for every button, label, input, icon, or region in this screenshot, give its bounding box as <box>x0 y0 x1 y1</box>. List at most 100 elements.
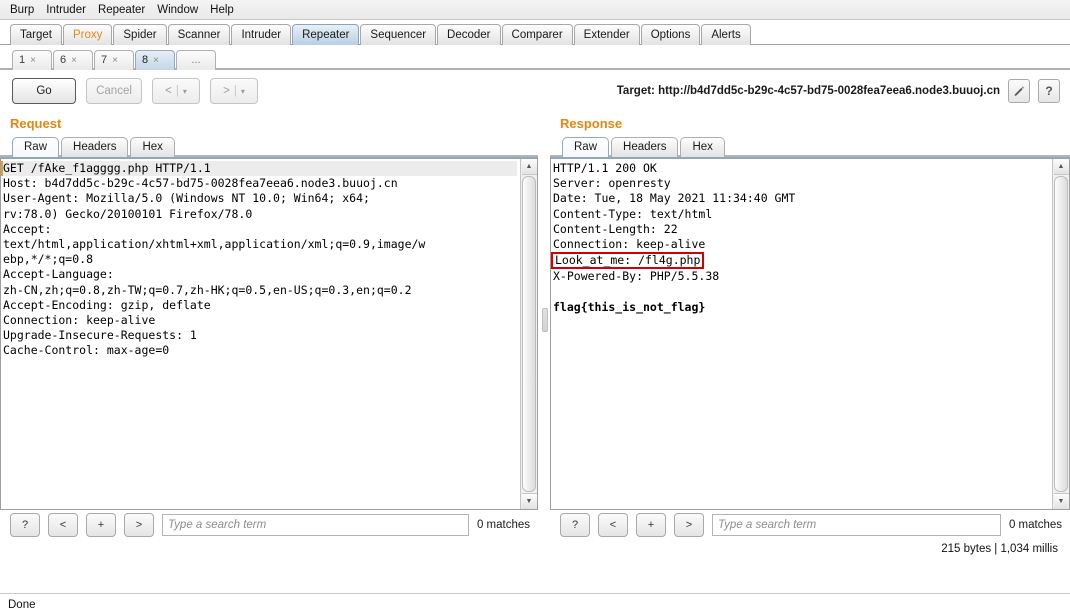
splitter-grip[interactable] <box>542 308 548 332</box>
target-help-button[interactable]: ? <box>1038 79 1060 103</box>
go-button[interactable]: Go <box>12 78 76 104</box>
response-text[interactable]: HTTP/1.1 200 OK Server: openresty Date: … <box>551 159 1052 509</box>
repeater-tab-1[interactable]: 1 × <box>12 50 52 70</box>
response-search-help-button[interactable]: ? <box>560 513 590 537</box>
close-icon[interactable]: × <box>71 51 77 70</box>
menu-bar: Burp Intruder Repeater Window Help <box>0 0 1070 20</box>
request-tab-hex[interactable]: Hex <box>130 137 175 157</box>
pencil-icon <box>1014 86 1025 96</box>
response-tab-headers[interactable]: Headers <box>611 137 679 157</box>
question-mark-icon: ? <box>1045 84 1053 98</box>
response-search-next-button[interactable]: > <box>674 513 704 537</box>
tab-intruder[interactable]: Intruder <box>231 24 292 45</box>
repeater-tab-more[interactable]: ... <box>176 50 216 70</box>
status-text: Done <box>8 598 36 611</box>
request-response-panes: Request Raw Headers Hex GET /fAke_f1aggg… <box>0 112 1070 558</box>
highlighted-response-header: Look_at_me: /fl4g.php <box>551 252 705 270</box>
status-bar: Done <box>0 593 1070 615</box>
pane-splitter[interactable] <box>538 112 550 513</box>
chevron-down-icon[interactable]: ▾ <box>183 87 187 96</box>
request-tab-raw[interactable]: Raw <box>12 137 60 157</box>
repeater-tab-8[interactable]: 8 × <box>135 50 175 70</box>
tab-alerts[interactable]: Alerts <box>701 24 751 45</box>
response-search-bar: ? < + > Type a search term 0 matches <box>550 510 1070 540</box>
response-body-text: flag{this_is_not_flag} <box>553 299 706 314</box>
close-icon[interactable]: × <box>112 51 118 70</box>
response-search-input[interactable]: Type a search term <box>712 514 1001 536</box>
response-title: Response <box>560 116 623 131</box>
repeater-tab-label: 1 <box>19 54 26 66</box>
request-search-input[interactable]: Type a search term <box>162 514 469 536</box>
tab-spider[interactable]: Spider <box>113 24 167 45</box>
scrollbar-thumb[interactable] <box>522 176 536 492</box>
tab-scanner[interactable]: Scanner <box>167 24 231 45</box>
response-view-tabs: Raw Headers Hex <box>550 134 1070 157</box>
scroll-down-icon[interactable]: ▼ <box>1053 493 1069 509</box>
request-scrollbar[interactable]: ▲ ▼ <box>520 159 537 509</box>
menu-item-intruder[interactable]: Intruder <box>40 3 92 17</box>
response-headers-bottom: X-Powered-By: PHP/5.5.38 <box>553 269 720 284</box>
back-arrow-icon: < <box>165 85 172 97</box>
request-search-prev-button[interactable]: < <box>48 513 78 537</box>
button-separator: | <box>233 85 237 97</box>
repeater-tab-bar: 1 × 6 × 7 × 8 × ... <box>0 45 1070 70</box>
response-search-prev-button[interactable]: < <box>598 513 628 537</box>
request-search-bar: ? < + > Type a search term 0 matches <box>0 510 538 540</box>
request-pane: Request Raw Headers Hex GET /fAke_f1aggg… <box>0 112 538 540</box>
response-stats: 215 bytes | 1,034 millis <box>550 540 1070 558</box>
burp-suite-window: Burp Intruder Repeater Window Help Targe… <box>0 0 1070 615</box>
response-tab-raw[interactable]: Raw <box>562 137 610 157</box>
back-button[interactable]: < | ▾ <box>152 78 200 104</box>
menu-item-help[interactable]: Help <box>204 3 240 17</box>
chevron-down-icon[interactable]: ▾ <box>241 87 245 96</box>
tab-comparer[interactable]: Comparer <box>501 24 573 45</box>
close-icon[interactable]: × <box>153 51 159 70</box>
button-separator: | <box>175 85 179 97</box>
menu-item-repeater[interactable]: Repeater <box>92 3 151 17</box>
request-match-count: 0 matches <box>476 519 530 531</box>
response-pane: Response Raw Headers Hex HTTP/1.1 200 OK… <box>550 112 1070 558</box>
response-search-add-button[interactable]: + <box>636 513 666 537</box>
repeater-tab-label: 7 <box>101 54 108 66</box>
request-text[interactable]: GET /fAke_f1agggg.php HTTP/1.1 Host: b4d7… <box>1 159 520 509</box>
request-search-next-button[interactable]: > <box>124 513 154 537</box>
scrollbar-thumb[interactable] <box>1054 176 1068 492</box>
scroll-down-icon[interactable]: ▼ <box>521 493 537 509</box>
request-tab-headers[interactable]: Headers <box>61 137 129 157</box>
response-scrollbar[interactable]: ▲ ▼ <box>1052 159 1069 509</box>
forward-button[interactable]: > | ▾ <box>210 78 258 104</box>
menu-item-window[interactable]: Window <box>151 3 204 17</box>
tab-repeater[interactable]: Repeater <box>292 24 360 45</box>
tab-target[interactable]: Target <box>10 24 62 45</box>
edit-target-button[interactable] <box>1008 79 1030 103</box>
menu-item-burp[interactable]: Burp <box>4 3 40 17</box>
request-search-add-button[interactable]: + <box>86 513 116 537</box>
tab-proxy[interactable]: Proxy <box>62 24 113 45</box>
scroll-up-icon[interactable]: ▲ <box>521 159 537 175</box>
cancel-button[interactable]: Cancel <box>86 78 142 104</box>
request-first-line: GET /fAke_f1agggg.php HTTP/1.1 <box>1 161 517 177</box>
action-toolbar: Go Cancel < | ▾ > | ▾ Target: http://b4d… <box>0 70 1070 112</box>
response-match-count: 0 matches <box>1008 519 1062 531</box>
tab-extender[interactable]: Extender <box>573 24 640 45</box>
repeater-tab-6[interactable]: 6 × <box>53 50 93 70</box>
close-icon[interactable]: × <box>30 51 36 70</box>
response-tab-hex[interactable]: Hex <box>680 137 725 157</box>
tab-options[interactable]: Options <box>640 24 701 45</box>
repeater-tab-7[interactable]: 7 × <box>94 50 134 70</box>
response-headers-top: HTTP/1.1 200 OK Server: openresty Date: … <box>553 161 796 252</box>
repeater-tab-label: 6 <box>60 54 67 66</box>
repeater-tab-label: 8 <box>142 54 149 66</box>
scroll-up-icon[interactable]: ▲ <box>1053 159 1069 175</box>
request-editor[interactable]: GET /fAke_f1agggg.php HTTP/1.1 Host: b4d7… <box>0 157 538 510</box>
target-area: Target: http://b4d7dd5c-b29c-4c57-bd75-0… <box>617 79 1060 103</box>
main-tab-bar: Target Proxy Spider Scanner Intruder Rep… <box>0 20 1070 45</box>
request-title: Request <box>10 116 62 131</box>
request-headers-text: Host: b4d7dd5c-b29c-4c57-bd75-0028fea7ee… <box>3 176 426 358</box>
tab-decoder[interactable]: Decoder <box>437 24 501 45</box>
tab-sequencer[interactable]: Sequencer <box>360 24 437 45</box>
forward-arrow-icon: > <box>223 85 230 97</box>
response-editor[interactable]: HTTP/1.1 200 OK Server: openresty Date: … <box>550 157 1070 510</box>
target-url-label: Target: http://b4d7dd5c-b29c-4c57-bd75-0… <box>616 85 1000 97</box>
request-search-help-button[interactable]: ? <box>10 513 40 537</box>
